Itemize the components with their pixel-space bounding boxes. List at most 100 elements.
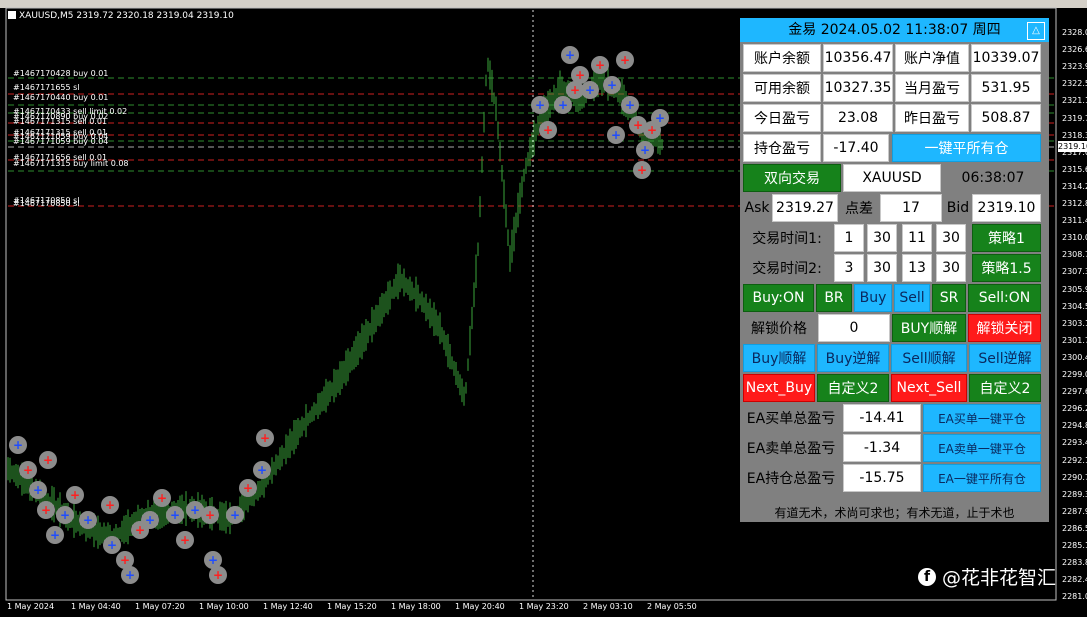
price-axis-label: 2289.30 [1062, 489, 1087, 499]
price-axis-label: 2315.60 [1062, 164, 1087, 174]
br-button[interactable]: BR [816, 284, 852, 312]
today-pnl-label: 今日盈亏 [743, 104, 821, 132]
order-marker-plus: + [640, 143, 650, 157]
time-axis-label: 1 May 04:40 [71, 602, 121, 611]
next-buy-button[interactable]: Next_Buy [743, 374, 815, 402]
yesterday-pnl-value: 508.87 [971, 104, 1041, 132]
time-axis-label: 1 May 2024 [7, 602, 55, 611]
symbol-field[interactable]: XAUUSD [843, 164, 941, 192]
session2-start-min[interactable]: 30 [867, 254, 897, 282]
order-marker-plus: + [190, 503, 200, 517]
equity-value: 10339.07 [971, 44, 1041, 72]
session2-label: 交易时间2: [742, 254, 832, 282]
bid-value: 2319.10 [972, 194, 1041, 222]
next-sell-button[interactable]: Next_Sell [891, 374, 967, 402]
session1-end-hour[interactable]: 11 [902, 224, 932, 252]
price-axis-label: 2307.30 [1062, 267, 1087, 277]
symbol-info: XAUUSD,M5 2319.72 2320.18 2319.04 2319.1… [8, 11, 234, 21]
trade-panel: 金易 2024.05.02 11:38:07 周四 △ 账户余额 10356.4… [740, 18, 1049, 522]
custom2-button-a[interactable]: 自定义2 [817, 374, 889, 402]
price-axis-label: 2294.85 [1062, 421, 1087, 431]
time-axis-label: 1 May 15:20 [327, 602, 377, 611]
order-marker-plus: + [125, 568, 135, 582]
panel-footer-motto: 有道无术，术尚可求也；有术无道，止于术也 [774, 506, 1015, 520]
close-all-button[interactable]: 一键平所有仓 [892, 134, 1041, 162]
order-marker-plus: + [23, 463, 33, 477]
ea-buy-close-button[interactable]: EA买单一键平仓 [923, 404, 1041, 432]
order-marker-plus: + [50, 528, 60, 542]
ea-sell-pnl-label: EA卖单总盈亏 [741, 434, 841, 462]
order-marker-plus: + [145, 513, 155, 527]
order-marker-plus: + [205, 508, 215, 522]
trade-mode-button[interactable]: 双向交易 [743, 164, 841, 192]
unlock-price-input[interactable]: 0 [818, 314, 890, 342]
sell-reverse-unlock-button[interactable]: Sell逆解 [969, 344, 1041, 372]
order-label: #1467171315 buy limit 0.08 [13, 159, 129, 168]
position-pnl-value: -17.40 [823, 134, 889, 162]
spread-value: 17 [880, 194, 942, 222]
order-marker-plus: + [83, 513, 93, 527]
session1-start-min[interactable]: 30 [867, 224, 897, 252]
price-axis-label: 2326.60 [1062, 45, 1087, 55]
price-axis-label: 2323.90 [1062, 62, 1087, 72]
order-marker-plus: + [535, 98, 545, 112]
custom2-button-b[interactable]: 自定义2 [969, 374, 1041, 402]
order-marker-plus: + [620, 53, 630, 67]
order-marker-plus: + [637, 163, 647, 177]
time-axis-label: 2 May 05:50 [647, 602, 697, 611]
ea-sell-close-button[interactable]: EA卖单一键平仓 [923, 434, 1041, 462]
time-axis-label: 1 May 07:20 [135, 602, 185, 611]
order-marker-plus: + [595, 58, 605, 72]
order-label: #1467171655 sl [13, 83, 80, 92]
sell-forward-unlock-button[interactable]: Sell顺解 [891, 344, 967, 372]
buy-unlock-button[interactable]: BUY顺解 [892, 314, 966, 342]
order-marker-plus: + [120, 553, 130, 567]
strategy15-button[interactable]: 策略1.5 [972, 254, 1041, 282]
time-axis-label: 1 May 12:40 [263, 602, 313, 611]
order-marker-plus: + [208, 553, 218, 567]
session1-start-hour[interactable]: 1 [834, 224, 864, 252]
sell-on-button[interactable]: Sell:ON [968, 284, 1041, 312]
buy-button[interactable]: Buy [854, 284, 892, 312]
order-marker-plus: + [60, 508, 70, 522]
price-axis-label: 2318.35 [1062, 130, 1087, 140]
price-axis-label: 2301.75 [1062, 335, 1087, 345]
month-pnl-label: 当月盈亏 [895, 74, 969, 102]
free-margin-label: 可用余额 [743, 74, 821, 102]
unlock-close-button[interactable]: 解锁关闭 [968, 314, 1041, 342]
watermark-text: @花非花智汇 [942, 567, 1057, 589]
price-axis-label: 2287.95 [1062, 506, 1087, 516]
order-label: #1467170440 buy 0.01 [13, 93, 109, 102]
order-marker-plus: + [43, 453, 53, 467]
ea-total-pnl-value: -15.75 [843, 464, 921, 492]
panel-title: 金易 2024.05.02 11:38:07 周四 △ [740, 18, 1049, 42]
session1-end-min[interactable]: 30 [936, 224, 966, 252]
session2-start-hour[interactable]: 3 [834, 254, 864, 282]
month-pnl-value: 531.95 [971, 74, 1041, 102]
ask-label: Ask [742, 194, 772, 222]
order-marker-plus: + [257, 463, 267, 477]
equity-label: 账户净值 [895, 44, 969, 72]
current-price-box: 2319.10 [1058, 141, 1087, 152]
order-marker-plus: + [611, 128, 621, 142]
price-axis-label: 2308.70 [1062, 250, 1087, 260]
ea-close-all-button[interactable]: EA一键平所有仓 [923, 464, 1041, 492]
session2-end-min[interactable]: 30 [936, 254, 966, 282]
price-axis-label: 2304.55 [1062, 301, 1087, 311]
buy-forward-unlock-button[interactable]: Buy顺解 [743, 344, 815, 372]
strategy1-button[interactable]: 策略1 [972, 224, 1041, 252]
triangle-up-icon[interactable]: △ [1027, 22, 1045, 40]
price-axis-label: 2285.15 [1062, 541, 1087, 550]
buy-on-button[interactable]: Buy:ON [743, 284, 814, 312]
session2-end-hour[interactable]: 13 [902, 254, 932, 282]
order-label: #1467171059 buy 0.04 [13, 137, 109, 146]
price-axis-label: 2321.10 [1062, 96, 1087, 106]
order-marker-plus: + [575, 68, 585, 82]
buy-reverse-unlock-button[interactable]: Buy逆解 [817, 344, 889, 372]
time-axis-label: 1 May 23:20 [519, 602, 569, 611]
price-axis-label: 2299.00 [1062, 370, 1087, 379]
sr-button[interactable]: SR [932, 284, 966, 312]
sell-button[interactable]: Sell [894, 284, 930, 312]
order-marker-plus: + [543, 123, 553, 137]
price-axis-label: 2283.80 [1062, 558, 1087, 568]
